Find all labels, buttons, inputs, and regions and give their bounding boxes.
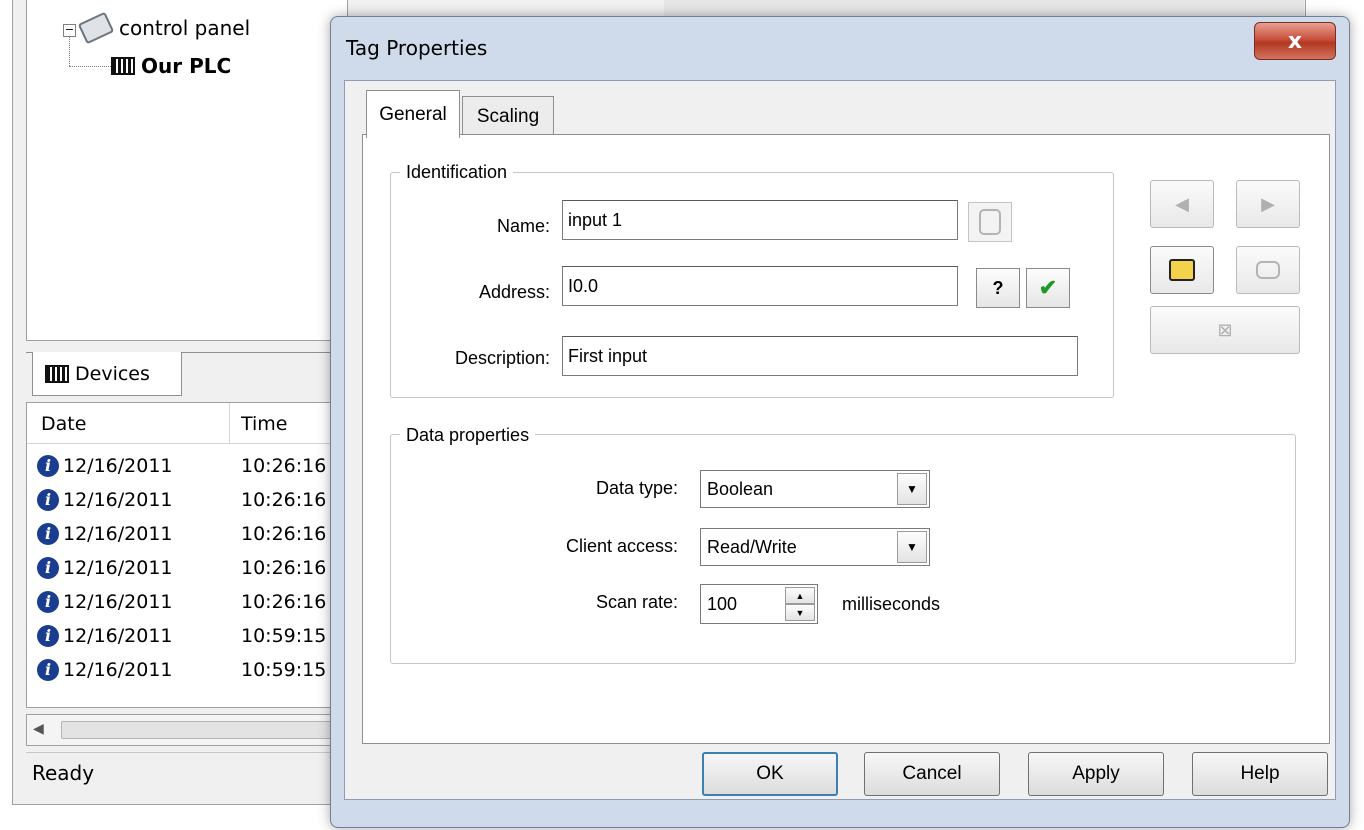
log-time: 10:26:16 (241, 455, 327, 477)
plc-icon (45, 364, 69, 383)
delete-tag-icon: ⊠ (1217, 319, 1233, 341)
tag-browse-icon (979, 209, 1001, 235)
cancel-button[interactable]: Cancel (864, 752, 1000, 796)
arrow-right-icon: ▶ (1261, 193, 1275, 215)
log-date: 12/16/2011 (63, 625, 173, 647)
info-icon: i (37, 557, 59, 579)
info-icon: i (37, 489, 59, 511)
log-time: 10:59:15 (241, 625, 327, 647)
dialog-title: Tag Properties (346, 36, 488, 60)
client-access-label: Client access: (565, 536, 678, 556)
log-time: 10:26:16 (241, 591, 327, 613)
log-row[interactable]: i 12/16/2011 10:26:16 (27, 585, 347, 619)
spin-up-icon[interactable]: ▲ (785, 587, 815, 604)
new-tag-button[interactable] (1150, 246, 1214, 294)
network-icon (77, 11, 115, 45)
delete-tag-button[interactable]: ⊠ (1150, 306, 1300, 354)
info-icon: i (37, 455, 59, 477)
chevron-down-icon[interactable]: ▼ (897, 531, 927, 563)
log-time: 10:26:16 (241, 557, 327, 579)
tree-item-control-panel[interactable]: control panel (77, 11, 251, 45)
log-date: 12/16/2011 (63, 591, 173, 613)
scroll-thumb[interactable] (61, 721, 343, 739)
status-text: Ready (32, 760, 95, 785)
log-date: 12/16/2011 (63, 557, 173, 579)
group-title: Data properties (400, 425, 536, 446)
log-time: 10:26:16 (241, 523, 327, 545)
chevron-down-icon[interactable]: ▼ (897, 473, 927, 505)
log-row[interactable]: i 12/16/2011 10:26:16 (27, 449, 347, 483)
close-button[interactable]: x (1254, 22, 1336, 60)
log-time: 10:59:15 (241, 659, 327, 681)
address-help-button[interactable]: ? (976, 268, 1020, 308)
help-button[interactable]: Help (1192, 752, 1328, 796)
horizontal-scrollbar[interactable]: ◀ (26, 714, 348, 746)
tab-label: Devices (75, 362, 150, 385)
log-time: 10:26:16 (241, 489, 327, 511)
spin-down-icon[interactable]: ▼ (785, 604, 815, 621)
log-date: 12/16/2011 (63, 455, 173, 477)
name-field[interactable]: input 1 (562, 200, 958, 240)
description-label: Description: (454, 348, 550, 368)
data-type-select[interactable]: Boolean ▼ (700, 470, 930, 508)
duplicate-tag-button[interactable] (1236, 246, 1300, 294)
event-log-header: Date Time (27, 403, 347, 444)
new-tag-icon (1169, 259, 1195, 281)
data-type-value: Boolean (707, 478, 774, 499)
log-date: 12/16/2011 (63, 523, 173, 545)
ok-button[interactable]: OK (702, 752, 838, 796)
previous-tag-button[interactable]: ◀ (1150, 180, 1214, 228)
address-label: Address: (478, 282, 550, 302)
info-icon: i (37, 625, 59, 647)
tree-item-label: Our PLC (141, 54, 232, 78)
info-icon: i (37, 591, 59, 613)
client-access-select[interactable]: Read/Write ▼ (700, 528, 930, 566)
info-icon: i (37, 523, 59, 545)
scan-rate-stepper[interactable]: 100 ▲ ▼ (700, 584, 818, 624)
log-row[interactable]: i 12/16/2011 10:26:16 (27, 551, 347, 585)
event-log: Date Time i 12/16/2011 10:26:16 i 12/16/… (26, 402, 348, 708)
data-type-label: Data type: (595, 478, 678, 498)
scroll-left-icon[interactable]: ◀ (33, 721, 44, 737)
tree-item-label: control panel (119, 16, 251, 40)
column-separator[interactable] (229, 403, 230, 443)
status-bar: Ready (26, 752, 346, 792)
duplicate-tag-icon (1256, 261, 1280, 279)
tree-item-our-plc[interactable]: Our PLC (111, 52, 231, 80)
next-tag-button[interactable]: ▶ (1236, 180, 1300, 228)
tab-general[interactable]: General (366, 90, 460, 138)
tab-scaling[interactable]: Scaling (462, 96, 554, 136)
tree-connector (69, 36, 70, 66)
browse-tags-button[interactable] (968, 202, 1012, 242)
client-access-value: Read/Write (707, 536, 797, 557)
log-row[interactable]: i 12/16/2011 10:59:15 (27, 653, 347, 687)
project-tree: − control panel Our PLC (26, 0, 348, 341)
log-row[interactable]: i 12/16/2011 10:59:15 (27, 619, 347, 653)
plc-icon (111, 57, 135, 75)
info-icon: i (37, 659, 59, 681)
address-field[interactable]: I0.0 (562, 266, 958, 306)
scan-rate-label: Scan rate: (595, 592, 678, 612)
address-validate-button[interactable]: ✔ (1026, 268, 1070, 308)
log-date: 12/16/2011 (63, 659, 173, 681)
column-header-date[interactable]: Date (41, 413, 86, 435)
group-title: Identification (400, 162, 514, 183)
column-header-time[interactable]: Time (241, 413, 288, 435)
scan-rate-value: 100 (707, 593, 738, 614)
scan-rate-unit: milliseconds (842, 594, 941, 614)
name-label: Name: (496, 216, 550, 236)
apply-button[interactable]: Apply (1028, 752, 1164, 796)
tab-devices[interactable]: Devices (32, 352, 182, 396)
arrow-left-icon: ◀ (1175, 193, 1189, 215)
description-field[interactable]: First input (562, 336, 1078, 376)
log-row[interactable]: i 12/16/2011 10:26:16 (27, 483, 347, 517)
log-date: 12/16/2011 (63, 489, 173, 511)
log-row[interactable]: i 12/16/2011 10:26:16 (27, 517, 347, 551)
